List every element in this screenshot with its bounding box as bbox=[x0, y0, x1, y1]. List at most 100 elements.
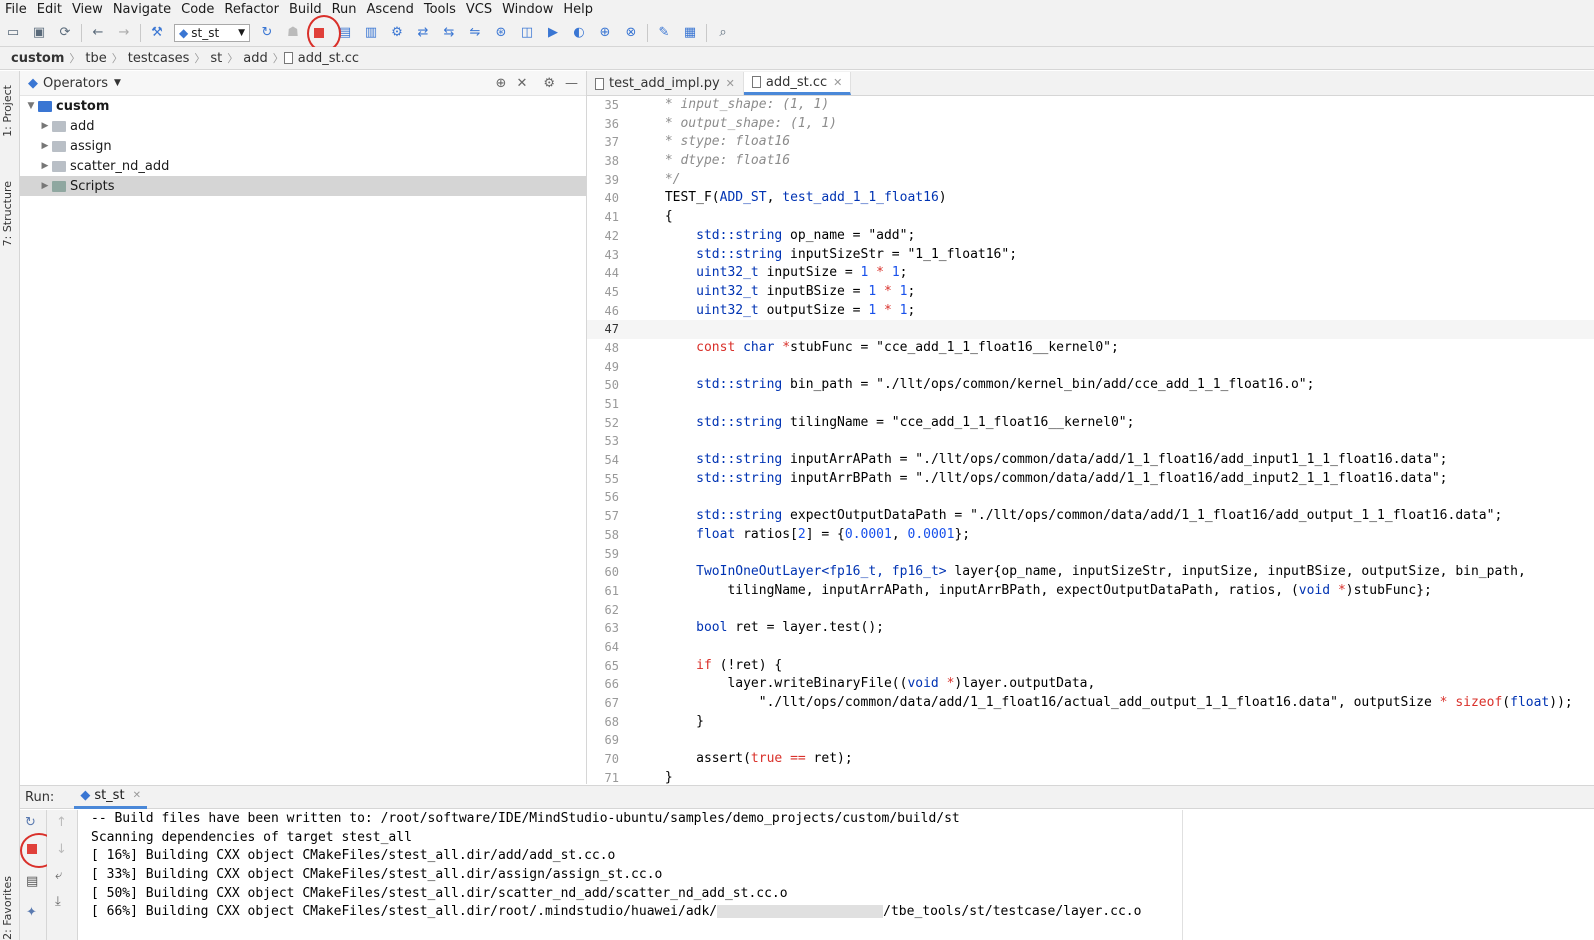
arrow-up-icon[interactable]: ↑ bbox=[56, 815, 67, 830]
chevron-right-icon[interactable]: ▶ bbox=[38, 181, 52, 191]
code-line[interactable]: 47 bbox=[587, 320, 1594, 339]
code-line[interactable]: 66 layer.writeBinaryFile((void *)layer.o… bbox=[587, 675, 1594, 694]
menu-help[interactable]: Help bbox=[558, 2, 598, 17]
soft-wrap-icon[interactable]: ⤶ bbox=[55, 868, 62, 883]
chevron-down-icon[interactable]: ▼ bbox=[24, 101, 38, 111]
tree-item-custom[interactable]: ▼ custom bbox=[20, 96, 586, 116]
code-line[interactable]: 36 * output_shape: (1, 1) bbox=[587, 115, 1594, 134]
code-line[interactable]: 49 bbox=[587, 358, 1594, 377]
run-output-console[interactable]: -- Build files have been written to: /ro… bbox=[78, 810, 1183, 940]
build-hammer-icon[interactable]: ⚒ bbox=[144, 22, 170, 44]
sync-icon[interactable]: ⟳ bbox=[52, 22, 78, 44]
structure-tool-tab[interactable]: 7: Structure bbox=[1, 181, 14, 246]
tree-item-add[interactable]: ▶ add bbox=[20, 116, 586, 136]
menu-edit[interactable]: Edit bbox=[32, 2, 67, 17]
tab-add-st[interactable]: add_st.cc ✕ bbox=[743, 72, 852, 95]
arrow-down-icon[interactable]: ↓ bbox=[56, 842, 67, 857]
breadcrumb-item[interactable]: add_st.cc bbox=[298, 51, 364, 66]
breadcrumb-item[interactable]: st bbox=[205, 51, 227, 66]
monitor-icon[interactable]: ◐ bbox=[566, 22, 592, 44]
code-line[interactable]: 39 */ bbox=[587, 171, 1594, 190]
code-line[interactable]: 58 float ratios[2] = {0.0001, 0.0001}; bbox=[587, 526, 1594, 545]
hide-icon[interactable]: — bbox=[565, 76, 578, 91]
code-line[interactable]: 44 uint32_t inputSize = 1 * 1; bbox=[587, 264, 1594, 283]
code-line[interactable]: 38 * dtype: float16 bbox=[587, 152, 1594, 171]
menu-file[interactable]: File bbox=[0, 2, 32, 17]
menu-ascend[interactable]: Ascend bbox=[362, 2, 419, 17]
layout-icon[interactable]: ▤ bbox=[26, 874, 38, 889]
search-icon[interactable]: ⌕ bbox=[710, 22, 736, 44]
menu-navigate[interactable]: Navigate bbox=[108, 2, 176, 17]
code-line[interactable]: 40 TEST_F(ADD_ST, test_add_1_1_float16) bbox=[587, 189, 1594, 208]
menu-vcs[interactable]: VCS bbox=[461, 2, 497, 17]
run-icon[interactable]: ↻ bbox=[254, 22, 280, 44]
plugin-icon[interactable]: ⇆ bbox=[436, 22, 462, 44]
profiling-icon[interactable]: ⚙ bbox=[384, 22, 410, 44]
locate-icon[interactable]: ⊕ bbox=[496, 76, 507, 91]
save-icon[interactable]: ▣ bbox=[26, 22, 52, 44]
open-icon[interactable]: ▭ bbox=[0, 22, 26, 44]
chevron-right-icon[interactable]: ▶ bbox=[38, 141, 52, 151]
code-line[interactable]: 70 assert(true == ret); bbox=[587, 750, 1594, 769]
breadcrumb-item[interactable]: tbe bbox=[80, 51, 111, 66]
rerun-icon[interactable]: ↻ bbox=[25, 815, 36, 830]
code-line[interactable]: 62 bbox=[587, 601, 1594, 620]
ascend-icon[interactable]: ⊛ bbox=[488, 22, 514, 44]
project-structure-icon[interactable]: ▦ bbox=[677, 22, 703, 44]
code-line[interactable]: 54 std::string inputArrAPath = "./llt/op… bbox=[587, 451, 1594, 470]
close-icon[interactable]: ✕ bbox=[133, 790, 141, 801]
debug-icon[interactable]: ☗ bbox=[280, 22, 306, 44]
breadcrumb-item[interactable]: testcases bbox=[123, 51, 195, 66]
breadcrumb-item[interactable]: custom bbox=[6, 51, 69, 66]
tree-item-scatter-nd-add[interactable]: ▶ scatter_nd_add bbox=[20, 156, 586, 176]
menu-view[interactable]: View bbox=[67, 2, 108, 17]
project-tool-tab[interactable]: 1: Project bbox=[1, 85, 14, 137]
sampling-icon[interactable]: ▶ bbox=[540, 22, 566, 44]
menu-window[interactable]: Window bbox=[497, 2, 558, 17]
code-line[interactable]: 46 uint32_t outputSize = 1 * 1; bbox=[587, 302, 1594, 321]
scroll-to-end-icon[interactable]: ⤓ bbox=[55, 894, 61, 909]
code-line[interactable]: 68 } bbox=[587, 713, 1594, 732]
collapse-icon[interactable]: ✕ bbox=[516, 76, 527, 91]
settings-wrench-icon[interactable]: ✎ bbox=[651, 22, 677, 44]
gear-icon[interactable]: ⚙ bbox=[543, 76, 555, 91]
code-line[interactable]: 45 uint32_t inputBSize = 1 * 1; bbox=[587, 283, 1594, 302]
code-line[interactable]: 67 "./llt/ops/common/data/add/1_1_float1… bbox=[587, 694, 1594, 713]
code-line[interactable]: 51 bbox=[587, 395, 1594, 414]
code-line[interactable]: 53 bbox=[587, 432, 1594, 451]
code-line[interactable]: 43 std::string inputSizeStr = "1_1_float… bbox=[587, 246, 1594, 265]
chevron-right-icon[interactable]: ▶ bbox=[38, 121, 52, 131]
chevron-right-icon[interactable]: ▶ bbox=[38, 161, 52, 171]
project-view-select[interactable]: Operators bbox=[43, 76, 108, 91]
code-line[interactable]: 65 if (!ret) { bbox=[587, 657, 1594, 676]
code-line[interactable]: 61 tilingName, inputArrAPath, inputArrBP… bbox=[587, 582, 1594, 601]
run-tab-st-st[interactable]: ◆ st_st ✕ bbox=[74, 786, 147, 809]
tuning-icon[interactable]: ⇄ bbox=[410, 22, 436, 44]
run-config-select[interactable]: ◆ st_st ▼ bbox=[174, 23, 250, 42]
code-line[interactable]: 57 std::string expectOutputDataPath = ".… bbox=[587, 507, 1594, 526]
tracing-icon[interactable]: ◫ bbox=[514, 22, 540, 44]
menu-tools[interactable]: Tools bbox=[419, 2, 461, 17]
dev-icon[interactable]: ⊕ bbox=[592, 22, 618, 44]
code-line[interactable]: 56 bbox=[587, 488, 1594, 507]
zoom-icon[interactable]: ⊗ bbox=[618, 22, 644, 44]
code-line[interactable]: 35 * input_shape: (1, 1) bbox=[587, 96, 1594, 115]
forward-icon[interactable]: → bbox=[111, 22, 137, 44]
code-line[interactable]: 48 const char *stubFunc = "cce_add_1_1_f… bbox=[587, 339, 1594, 358]
code-line[interactable]: 59 bbox=[587, 545, 1594, 564]
back-icon[interactable]: ← bbox=[85, 22, 111, 44]
code-editor[interactable]: 35 * input_shape: (1, 1) 36 * output_shap… bbox=[587, 96, 1594, 784]
chevron-down-icon[interactable]: ▼ bbox=[114, 78, 121, 88]
code-line[interactable]: 69 bbox=[587, 731, 1594, 750]
code-line[interactable]: 42 std::string op_name = "add"; bbox=[587, 227, 1594, 246]
menu-run[interactable]: Run bbox=[327, 2, 362, 17]
code-line[interactable]: 64 bbox=[587, 638, 1594, 657]
menu-code[interactable]: Code bbox=[176, 2, 219, 17]
tree-item-scripts[interactable]: ▶ Scripts bbox=[20, 176, 586, 196]
code-line[interactable]: 55 std::string inputArrBPath = "./llt/op… bbox=[587, 470, 1594, 489]
code-line[interactable]: 50 std::string bin_path = "./llt/ops/com… bbox=[587, 376, 1594, 395]
close-icon[interactable]: ✕ bbox=[726, 77, 735, 90]
menu-refactor[interactable]: Refactor bbox=[219, 2, 284, 17]
code-line[interactable]: 63 bool ret = layer.test(); bbox=[587, 619, 1594, 638]
tree-item-assign[interactable]: ▶ assign bbox=[20, 136, 586, 156]
